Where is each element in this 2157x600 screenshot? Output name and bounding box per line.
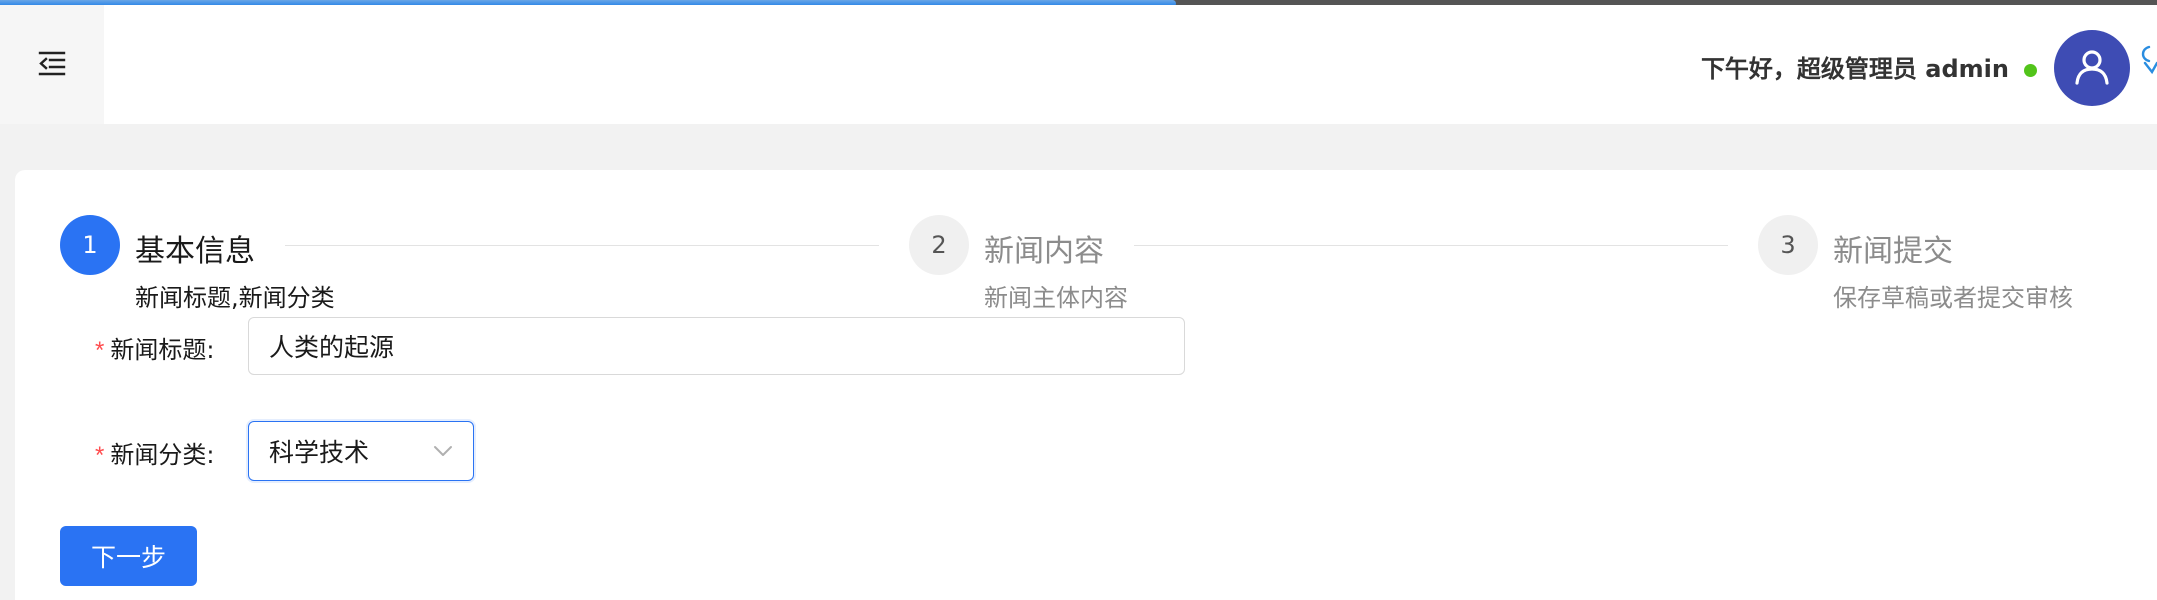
user-greeting: 下午好，超级管理员 admin bbox=[1700, 55, 2009, 83]
step-3-description: 保存草稿或者提交审核 bbox=[1833, 284, 2073, 312]
menu-toggle-button[interactable] bbox=[0, 5, 104, 124]
news-category-select[interactable]: 科学技术 bbox=[248, 421, 474, 481]
dropdown-arrow-icon[interactable] bbox=[2135, 43, 2157, 83]
step-1-indicator: 1 bbox=[60, 215, 120, 275]
online-status-dot bbox=[2024, 64, 2037, 77]
user-icon bbox=[2072, 46, 2112, 90]
step-3-title: 新闻提交 bbox=[1833, 234, 1953, 269]
news-title-input[interactable] bbox=[248, 317, 1185, 375]
indent-menu-icon bbox=[37, 48, 67, 82]
step-connector-1 bbox=[285, 245, 879, 246]
news-category-label: * 新闻分类: bbox=[95, 441, 215, 469]
news-form-card: 1 基本信息 新闻标题,新闻分类 2 新闻内容 新闻主体内容 3 新闻提交 保存… bbox=[15, 170, 2157, 600]
next-step-button[interactable]: 下一步 bbox=[60, 526, 197, 586]
step-2-description: 新闻主体内容 bbox=[984, 284, 1128, 312]
required-mark: * bbox=[95, 337, 105, 364]
step-1-description: 新闻标题,新闻分类 bbox=[135, 284, 335, 312]
top-header: 下午好，超级管理员 admin bbox=[0, 5, 2157, 124]
chevron-down-icon bbox=[433, 443, 453, 459]
step-3-indicator: 3 bbox=[1758, 215, 1818, 275]
step-connector-2 bbox=[1134, 245, 1728, 246]
step-2-indicator: 2 bbox=[909, 215, 969, 275]
step-1-title: 基本信息 bbox=[135, 234, 255, 269]
step-2-title: 新闻内容 bbox=[984, 234, 1104, 269]
user-avatar[interactable] bbox=[2054, 30, 2130, 106]
category-selected-value: 科学技术 bbox=[269, 438, 370, 467]
required-mark: * bbox=[95, 442, 105, 469]
news-title-label: * 新闻标题: bbox=[95, 336, 215, 364]
